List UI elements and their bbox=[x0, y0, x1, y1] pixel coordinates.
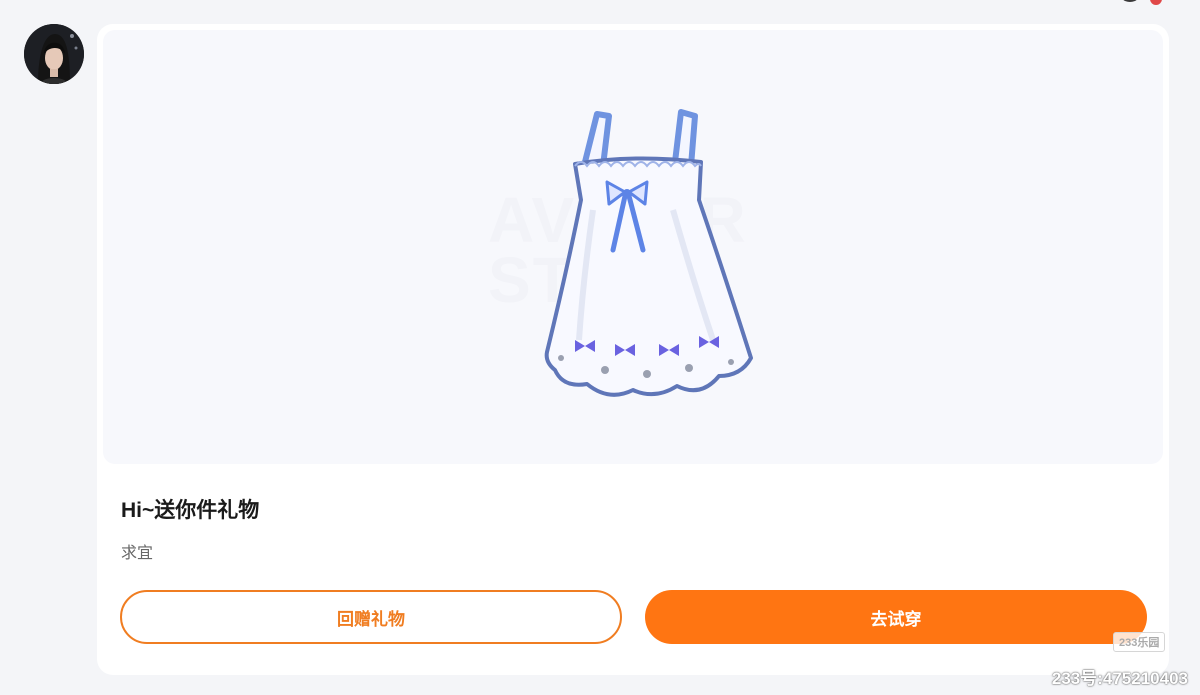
avatar-photo-icon bbox=[24, 24, 84, 84]
dress-icon bbox=[544, 109, 753, 397]
notification-dot bbox=[1150, 0, 1162, 5]
try-on-button[interactable]: 去试穿 bbox=[645, 590, 1147, 644]
site-watermark-logo: 233乐园 bbox=[1113, 632, 1166, 652]
gift-message: 求宜 bbox=[121, 545, 154, 562]
gift-image-area[interactable]: AVATAR STORE bbox=[103, 30, 1163, 464]
sender-avatar[interactable] bbox=[24, 24, 84, 84]
gift-title: Hi~送你件礼物 bbox=[121, 499, 260, 522]
gift-card: AVATAR STORE bbox=[97, 24, 1169, 675]
top-corner-avatar bbox=[1118, 0, 1142, 2]
site-watermark-id: 233号:475210403 bbox=[1051, 669, 1188, 688]
return-gift-button[interactable]: 回赠礼物 bbox=[120, 590, 622, 644]
